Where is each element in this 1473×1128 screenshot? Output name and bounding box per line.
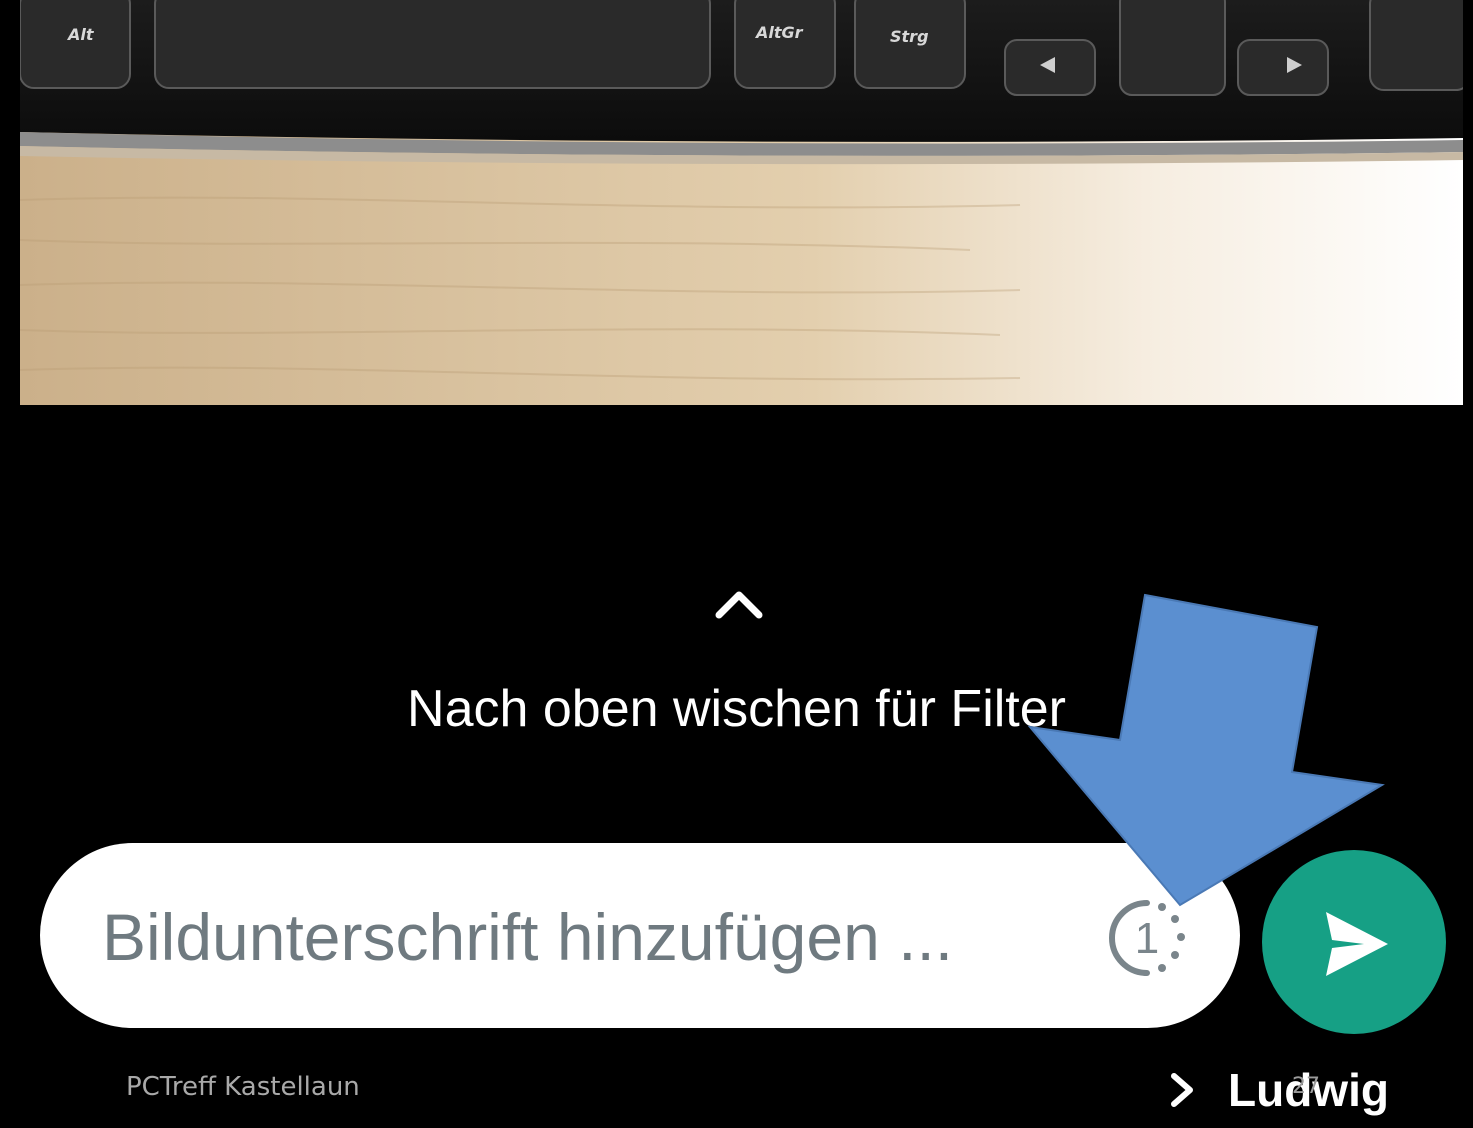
photo-preview: Alt AltGr Strg xyxy=(20,0,1463,405)
keyboard-desk-image: Alt AltGr Strg xyxy=(20,0,1463,405)
chevron-right-icon xyxy=(1171,1073,1193,1107)
view-once-count: 1 xyxy=(1135,914,1159,963)
swipe-filter-hint: Nach oben wischen für Filter xyxy=(407,680,1066,738)
slide-number: 27 xyxy=(1292,1074,1320,1099)
caption-placeholder: Bildunterschrift hinzufügen ... xyxy=(102,900,954,974)
send-button[interactable] xyxy=(1262,850,1446,1034)
key-strg: Strg xyxy=(890,27,929,46)
key-alt: Alt xyxy=(66,25,95,44)
recipient-label[interactable]: Ludwig xyxy=(1168,1060,1389,1120)
view-once-icon[interactable]: 1 xyxy=(1106,897,1188,979)
footer-text: PCTreff Kastellaun xyxy=(126,1072,360,1102)
key-altgr: AltGr xyxy=(754,23,804,42)
caption-input[interactable]: Bildunterschrift hinzufügen ... 1 xyxy=(40,843,1240,1028)
send-icon xyxy=(1326,912,1388,976)
chevron-up-icon[interactable] xyxy=(713,585,765,625)
